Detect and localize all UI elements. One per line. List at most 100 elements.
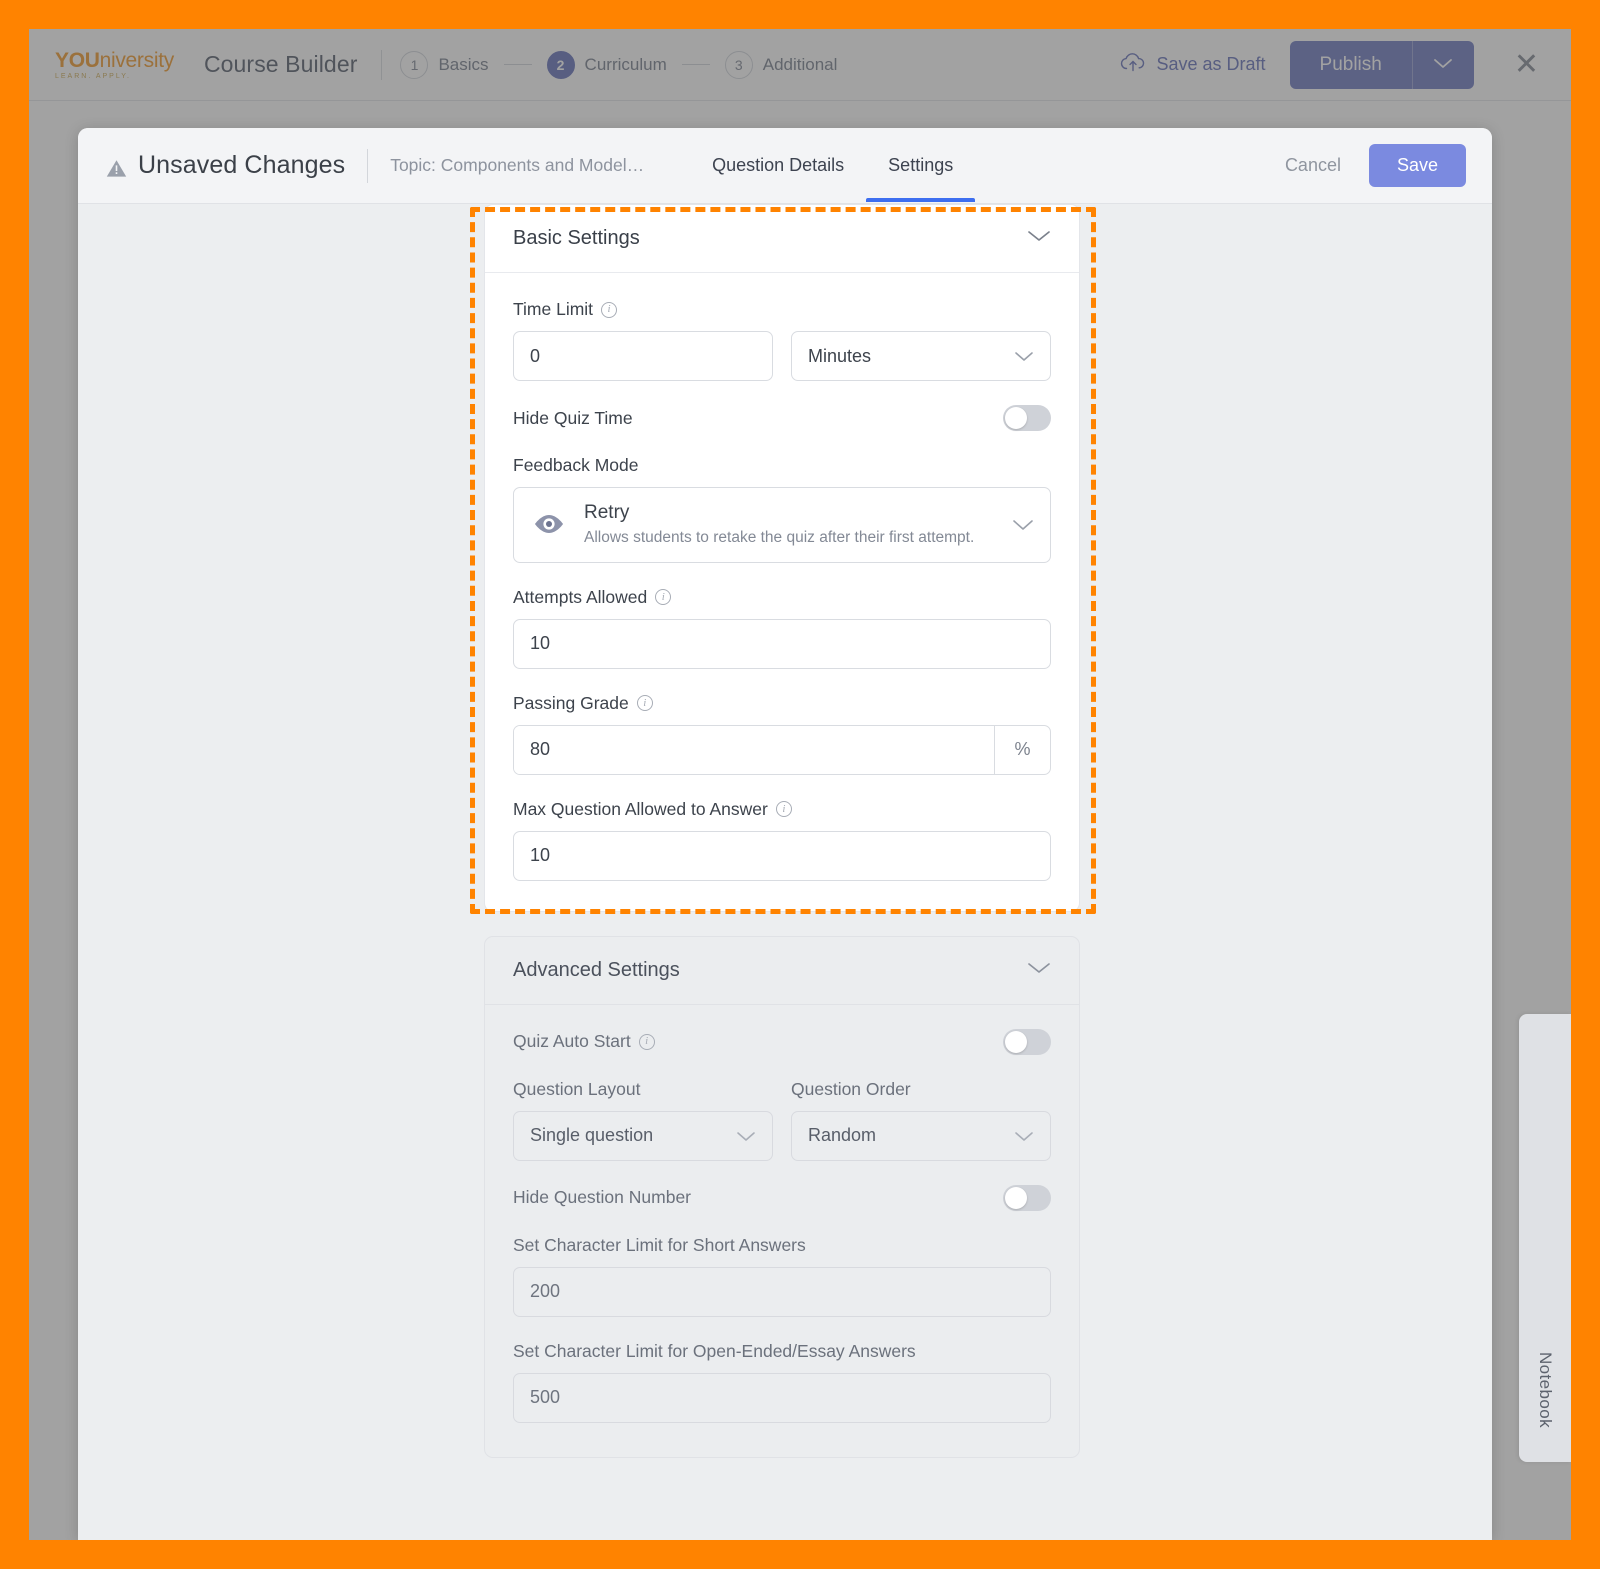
step-basics[interactable]: 1 Basics [400,50,489,79]
toggle-knob [1005,1030,1027,1053]
page-title: Course Builder [203,51,358,77]
info-icon[interactable]: i [636,695,653,712]
feedback-mode-label: Feedback Mode [513,455,639,475]
time-limit-inputs: Minutes [513,331,1051,381]
short-answer-limit-input[interactable] [513,1266,1051,1317]
essay-answer-limit-field: Set Character Limit for Open-Ended/Essay… [513,1341,1051,1423]
step-label-curriculum: Curriculum [584,54,667,74]
advanced-settings-title: Advanced Settings [513,958,680,981]
save-as-draft-label: Save as Draft [1156,54,1266,74]
hide-question-number-row: Hide Question Number [513,1184,1051,1211]
max-question-allowed-input[interactable] [513,830,1051,881]
step-number-3: 3 [724,50,753,79]
topic-breadcrumb: Topic: Components and Model… [390,155,645,175]
brand-logo[interactable]: YOUniversity LEARN. APPLY. [55,50,174,80]
essay-answer-limit-label: Set Character Limit for Open-Ended/Essay… [513,1340,916,1361]
feedback-mode-field: Feedback Mode Retry Allows students to r… [513,455,1051,563]
passing-grade-suffix: % [994,725,1050,774]
chevron-down-icon [1433,56,1453,74]
attempts-allowed-input[interactable] [513,618,1051,669]
step-label-basics: Basics [438,54,489,74]
question-layout-order-field: Question Layout Question Order Single qu… [513,1079,1051,1161]
publish-dropdown-toggle[interactable] [1411,40,1474,89]
toggle-knob [1005,407,1027,429]
essay-answer-limit-input[interactable] [513,1372,1051,1423]
question-order-select[interactable]: Random [791,1110,1051,1161]
advanced-settings-card: Advanced Settings Quiz Auto Start i Ques… [484,935,1080,1458]
unsaved-changes-indicator: Unsaved Changes [106,151,345,180]
publish-button[interactable]: Publish [1289,40,1474,89]
max-question-allowed-label-row: Max Question Allowed to Answer i [513,799,1051,820]
cancel-button[interactable]: Cancel [1279,147,1347,184]
app-window: YOUniversity LEARN. APPLY. Course Builde… [29,29,1571,1540]
info-icon[interactable]: i [601,301,618,318]
close-icon[interactable]: ✕ [1506,46,1547,84]
hide-quiz-time-toggle[interactable] [1003,405,1051,431]
passing-grade-input[interactable] [514,725,994,774]
modal-header: Unsaved Changes Topic: Components and Mo… [78,128,1492,204]
basic-settings-title: Basic Settings [513,227,640,249]
question-layout-select[interactable]: Single question [513,1110,773,1161]
quiz-auto-start-toggle[interactable] [1003,1028,1051,1055]
basic-settings-card: Basic Settings Time Limit i 0 Minutes Hi… [484,204,1080,912]
brand-name: YOUniversity [55,50,174,71]
time-limit-unit-value: Minutes [808,345,872,366]
annotation-frame: YOUniversity LEARN. APPLY. Course Builde… [0,0,1600,1569]
tab-settings[interactable]: Settings [866,129,976,202]
quiz-settings-modal: Unsaved Changes Topic: Components and Mo… [78,128,1492,1540]
time-limit-label-row: Time Limit i [513,299,1051,320]
passing-grade-field: Passing Grade i % [513,693,1051,775]
question-layout-order-selects: Single question Random [513,1110,1051,1161]
short-answer-limit-field: Set Character Limit for Short Answers [513,1235,1051,1317]
chevron-down-icon [736,1130,756,1142]
info-icon[interactable]: i [638,1033,655,1050]
brand-name-you: YOU [55,48,100,72]
notebook-side-tab[interactable]: Notebook [1519,1014,1571,1462]
hide-question-number-toggle[interactable] [1003,1184,1051,1211]
hide-quiz-time-row: Hide Quiz Time [513,405,1051,431]
time-limit-unit-select[interactable]: Minutes [791,331,1051,381]
tab-question-details[interactable]: Question Details [690,129,866,202]
passing-grade-input-group: % [513,724,1051,775]
feedback-mode-select[interactable]: Retry Allows students to retake the quiz… [513,487,1051,563]
feedback-mode-value: Retry [584,502,630,523]
time-limit-label: Time Limit [513,299,594,319]
info-icon[interactable]: i [655,589,672,606]
passing-grade-label: Passing Grade [513,692,629,713]
step-curriculum[interactable]: 2 Curriculum [546,50,667,79]
save-button[interactable]: Save [1368,144,1466,187]
info-icon[interactable]: i [775,801,792,818]
time-limit-input[interactable] [513,331,773,381]
quiz-auto-start-label-row: Quiz Auto Start i [513,1031,655,1052]
question-order-label: Question Order [791,1078,911,1099]
time-limit-field: Time Limit i Minutes [513,299,1051,381]
top-app-bar: YOUniversity LEARN. APPLY. Course Builde… [29,29,1571,101]
step-additional[interactable]: 3 Additional [724,50,838,79]
step-progress: 1 Basics 2 Curriculum 3 Additional [400,50,838,79]
step-number-2: 2 [546,50,575,79]
chevron-down-icon[interactable] [1027,961,1051,980]
settings-column: Basic Settings Time Limit i 0 Minutes Hi… [484,204,1080,1482]
chevron-down-icon [1014,1130,1034,1142]
eye-icon [532,512,566,536]
toggle-knob [1005,1186,1027,1209]
warning-triangle-icon [106,156,127,177]
save-as-draft-button[interactable]: Save as Draft [1114,44,1271,85]
hide-question-number-label: Hide Question Number [513,1187,691,1208]
question-layout-value: Single question [530,1125,654,1146]
advanced-settings-header[interactable]: Advanced Settings [485,937,1079,1005]
chevron-down-icon[interactable] [1027,229,1051,248]
top-bar-actions: Save as Draft Publish ✕ [1114,40,1547,89]
quiz-auto-start-label: Quiz Auto Start [513,1031,631,1052]
max-question-allowed-field: Max Question Allowed to Answer i [513,799,1051,881]
basic-settings-body: Time Limit i Minutes [485,273,1079,911]
feedback-mode-description: Allows students to retake the quiz after… [584,528,975,546]
advanced-settings-body: Quiz Auto Start i Question Layout Questi… [485,1005,1079,1457]
step-label-additional: Additional [762,54,838,74]
quiz-auto-start-row: Quiz Auto Start i [513,1028,1051,1055]
question-order-value: Random [808,1125,877,1146]
attempts-allowed-label: Attempts Allowed [513,586,648,607]
modal-header-divider [367,148,369,183]
basic-settings-header[interactable]: Basic Settings [485,205,1079,273]
hide-quiz-time-label: Hide Quiz Time [513,407,633,428]
